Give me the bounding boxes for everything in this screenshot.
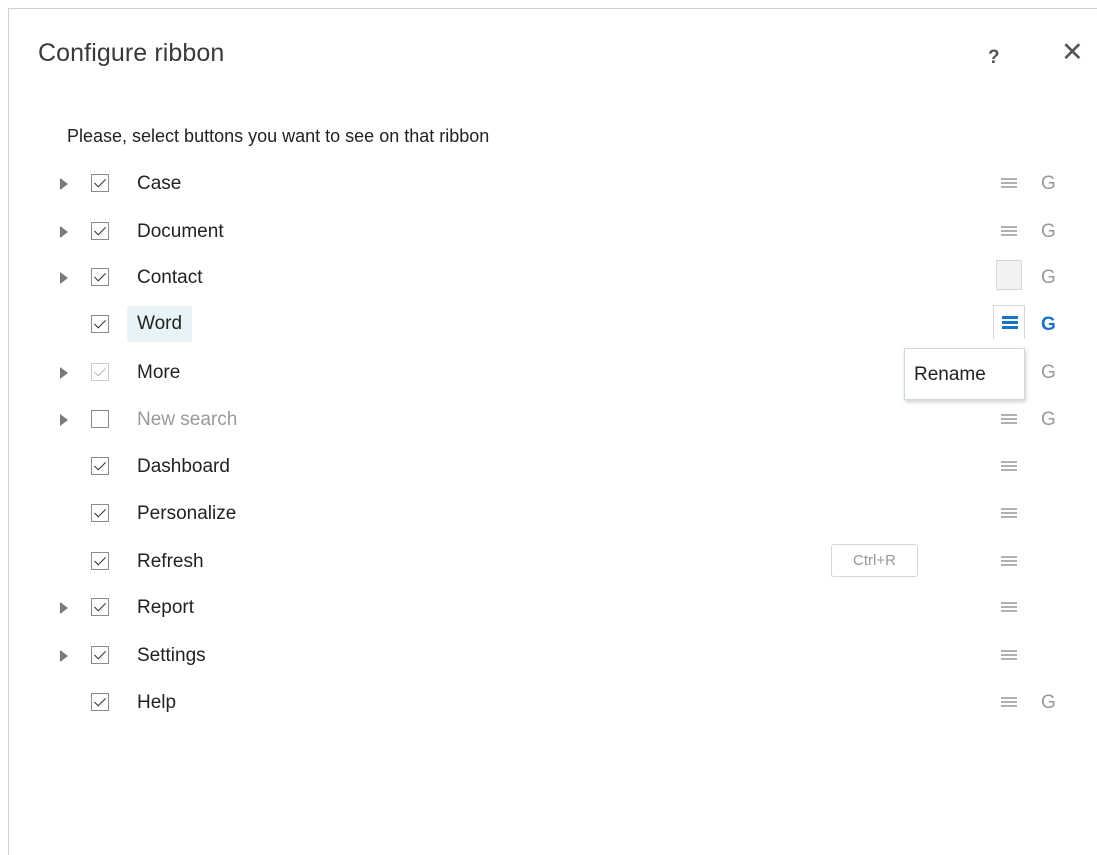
hamburger-icon[interactable] <box>1001 506 1017 520</box>
g-toggle-active[interactable]: G <box>1041 314 1056 336</box>
item-label: Help <box>137 692 177 713</box>
expand-arrow-icon[interactable] <box>60 602 68 614</box>
configure-ribbon-dialog: Configure ribbon ? ✕ Please, select butt… <box>8 8 1097 855</box>
expand-arrow-icon[interactable] <box>60 367 68 379</box>
hamburger-icon[interactable] <box>1001 600 1017 614</box>
ribbon-item-personalize: Personalize <box>9 492 1097 538</box>
ribbon-item-report: Report <box>9 586 1097 632</box>
expand-arrow-icon[interactable] <box>60 414 68 426</box>
shortcut-field[interactable]: Ctrl+R <box>831 544 918 577</box>
ribbon-item-case: Case G <box>9 162 1097 208</box>
ribbon-item-word: Word G <box>9 303 1097 349</box>
case-checkbox[interactable] <box>91 174 109 192</box>
expand-arrow-icon[interactable] <box>60 226 68 238</box>
item-label: More <box>137 362 181 383</box>
item-label-selected[interactable]: Word <box>127 306 193 342</box>
item-label: Report <box>137 597 195 618</box>
contact-checkbox[interactable] <box>91 268 109 286</box>
hamburger-icon[interactable] <box>1001 224 1017 238</box>
item-label: Case <box>137 173 182 194</box>
refresh-checkbox[interactable] <box>91 552 109 570</box>
hamburger-icon[interactable] <box>1001 648 1017 662</box>
item-label: Document <box>137 221 224 242</box>
item-label: New search <box>137 409 238 430</box>
ribbon-item-settings: Settings <box>9 634 1097 680</box>
menu-button-placeholder[interactable] <box>996 260 1022 290</box>
g-toggle[interactable]: G <box>1041 409 1056 431</box>
expand-arrow-icon[interactable] <box>60 272 68 284</box>
g-toggle[interactable]: G <box>1041 692 1056 714</box>
expand-arrow-icon[interactable] <box>60 178 68 190</box>
hamburger-icon[interactable] <box>1001 176 1017 190</box>
hamburger-icon[interactable] <box>1001 554 1017 568</box>
document-checkbox[interactable] <box>91 222 109 240</box>
more-checkbox[interactable] <box>91 363 109 381</box>
item-label: Dashboard <box>137 456 230 477</box>
settings-checkbox[interactable] <box>91 646 109 664</box>
ribbon-item-contact: Contact G <box>9 256 1097 302</box>
hamburger-icon[interactable] <box>1001 412 1017 426</box>
g-toggle[interactable]: G <box>1041 173 1056 195</box>
item-label: Contact <box>137 267 203 288</box>
dashboard-checkbox[interactable] <box>91 457 109 475</box>
item-label: Personalize <box>137 503 237 524</box>
hamburger-icon[interactable] <box>1001 695 1017 709</box>
rename-menu-item[interactable]: Rename <box>914 364 986 386</box>
g-toggle[interactable]: G <box>1041 221 1056 243</box>
personalize-checkbox[interactable] <box>91 504 109 522</box>
hamburger-icon[interactable] <box>1001 459 1017 473</box>
item-label: Settings <box>137 645 206 666</box>
ribbon-item-help: Help G <box>9 681 1097 727</box>
rename-popup: Rename <box>904 348 1025 400</box>
help-button[interactable]: ? <box>988 47 1000 69</box>
ribbon-item-dashboard: Dashboard <box>9 445 1097 491</box>
g-toggle[interactable]: G <box>1041 267 1056 289</box>
expand-arrow-icon[interactable] <box>60 650 68 662</box>
word-checkbox[interactable] <box>91 315 109 333</box>
close-button[interactable]: ✕ <box>1061 39 1084 66</box>
report-checkbox[interactable] <box>91 598 109 616</box>
ribbon-item-new-search: New search G <box>9 398 1097 444</box>
ribbon-item-document: Document G <box>9 210 1097 256</box>
ribbon-item-refresh: Refresh Ctrl+R <box>9 540 1097 586</box>
g-toggle[interactable]: G <box>1041 362 1056 384</box>
new-search-checkbox[interactable] <box>91 410 109 428</box>
help-checkbox[interactable] <box>91 693 109 711</box>
dialog-title: Configure ribbon <box>38 39 225 67</box>
hamburger-icon-active[interactable] <box>993 305 1025 339</box>
item-label: Refresh <box>137 551 204 572</box>
instruction-text: Please, select buttons you want to see o… <box>67 126 490 146</box>
